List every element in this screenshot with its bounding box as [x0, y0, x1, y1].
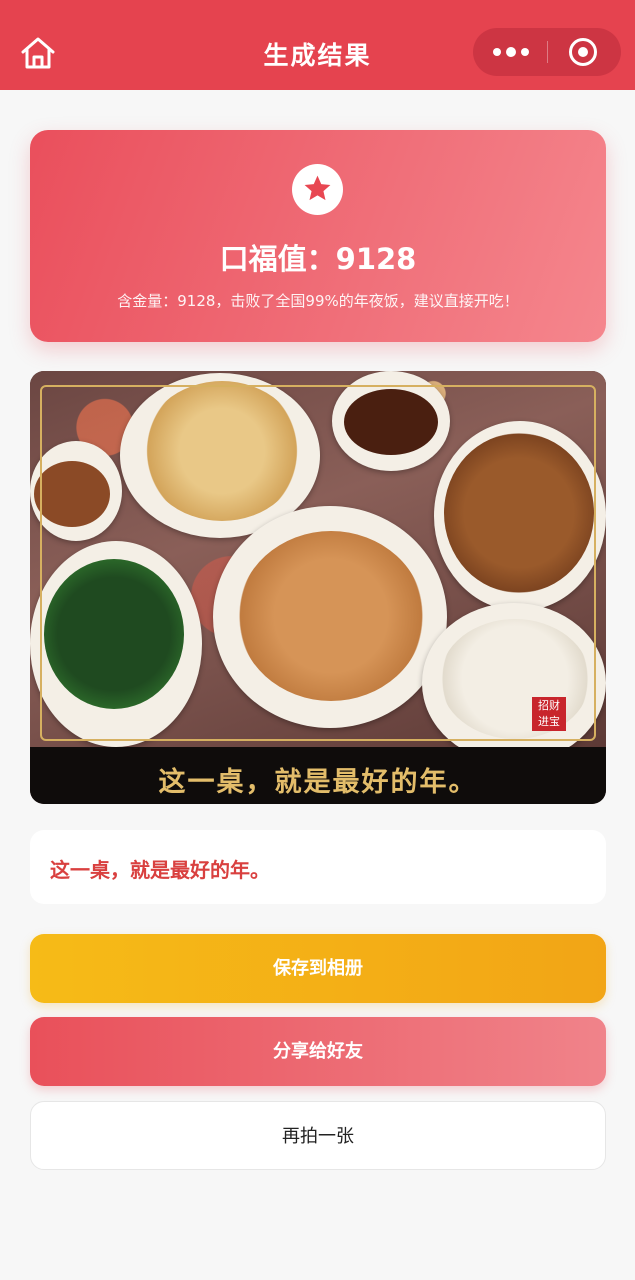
score-line: 口福值：9128 — [30, 236, 606, 278]
mini-program-capsule — [473, 28, 621, 76]
more-dots-icon[interactable] — [473, 28, 547, 76]
gold-frame-decoration — [40, 385, 596, 741]
capsule-divider — [547, 41, 548, 63]
caption-card: 这一桌，就是最好的年。 — [30, 830, 606, 904]
dinner-table-photo: 招财 进宝 — [30, 371, 606, 763]
navigation-bar: 生成结果 — [0, 0, 635, 90]
seal-stamp: 招财 进宝 — [532, 697, 566, 731]
score-value: 9128 — [335, 242, 417, 276]
score-card: 口福值：9128 含金量：9128，击败了全国99%的年夜饭，建议直接开吃！ — [30, 130, 606, 342]
target-close-icon[interactable] — [569, 38, 597, 66]
generated-photo-card: 招财 进宝 这一桌，就是最好的年。 — [30, 371, 606, 804]
score-description: 含金量：9128，击败了全国99%的年夜饭，建议直接开吃！ — [117, 292, 519, 310]
save-to-album-button[interactable]: 保存到相册 — [30, 934, 606, 1003]
score-label: 口福值： — [219, 242, 336, 276]
share-to-friend-button[interactable]: 分享给好友 — [30, 1017, 606, 1086]
caption-text: 这一桌，就是最好的年。 — [50, 858, 270, 882]
photo-caption-band: 这一桌，就是最好的年。 — [30, 747, 606, 804]
retake-photo-button[interactable]: 再拍一张 — [30, 1101, 606, 1170]
photo-caption-text: 这一桌，就是最好的年。 — [158, 767, 478, 798]
star-icon — [292, 164, 343, 215]
